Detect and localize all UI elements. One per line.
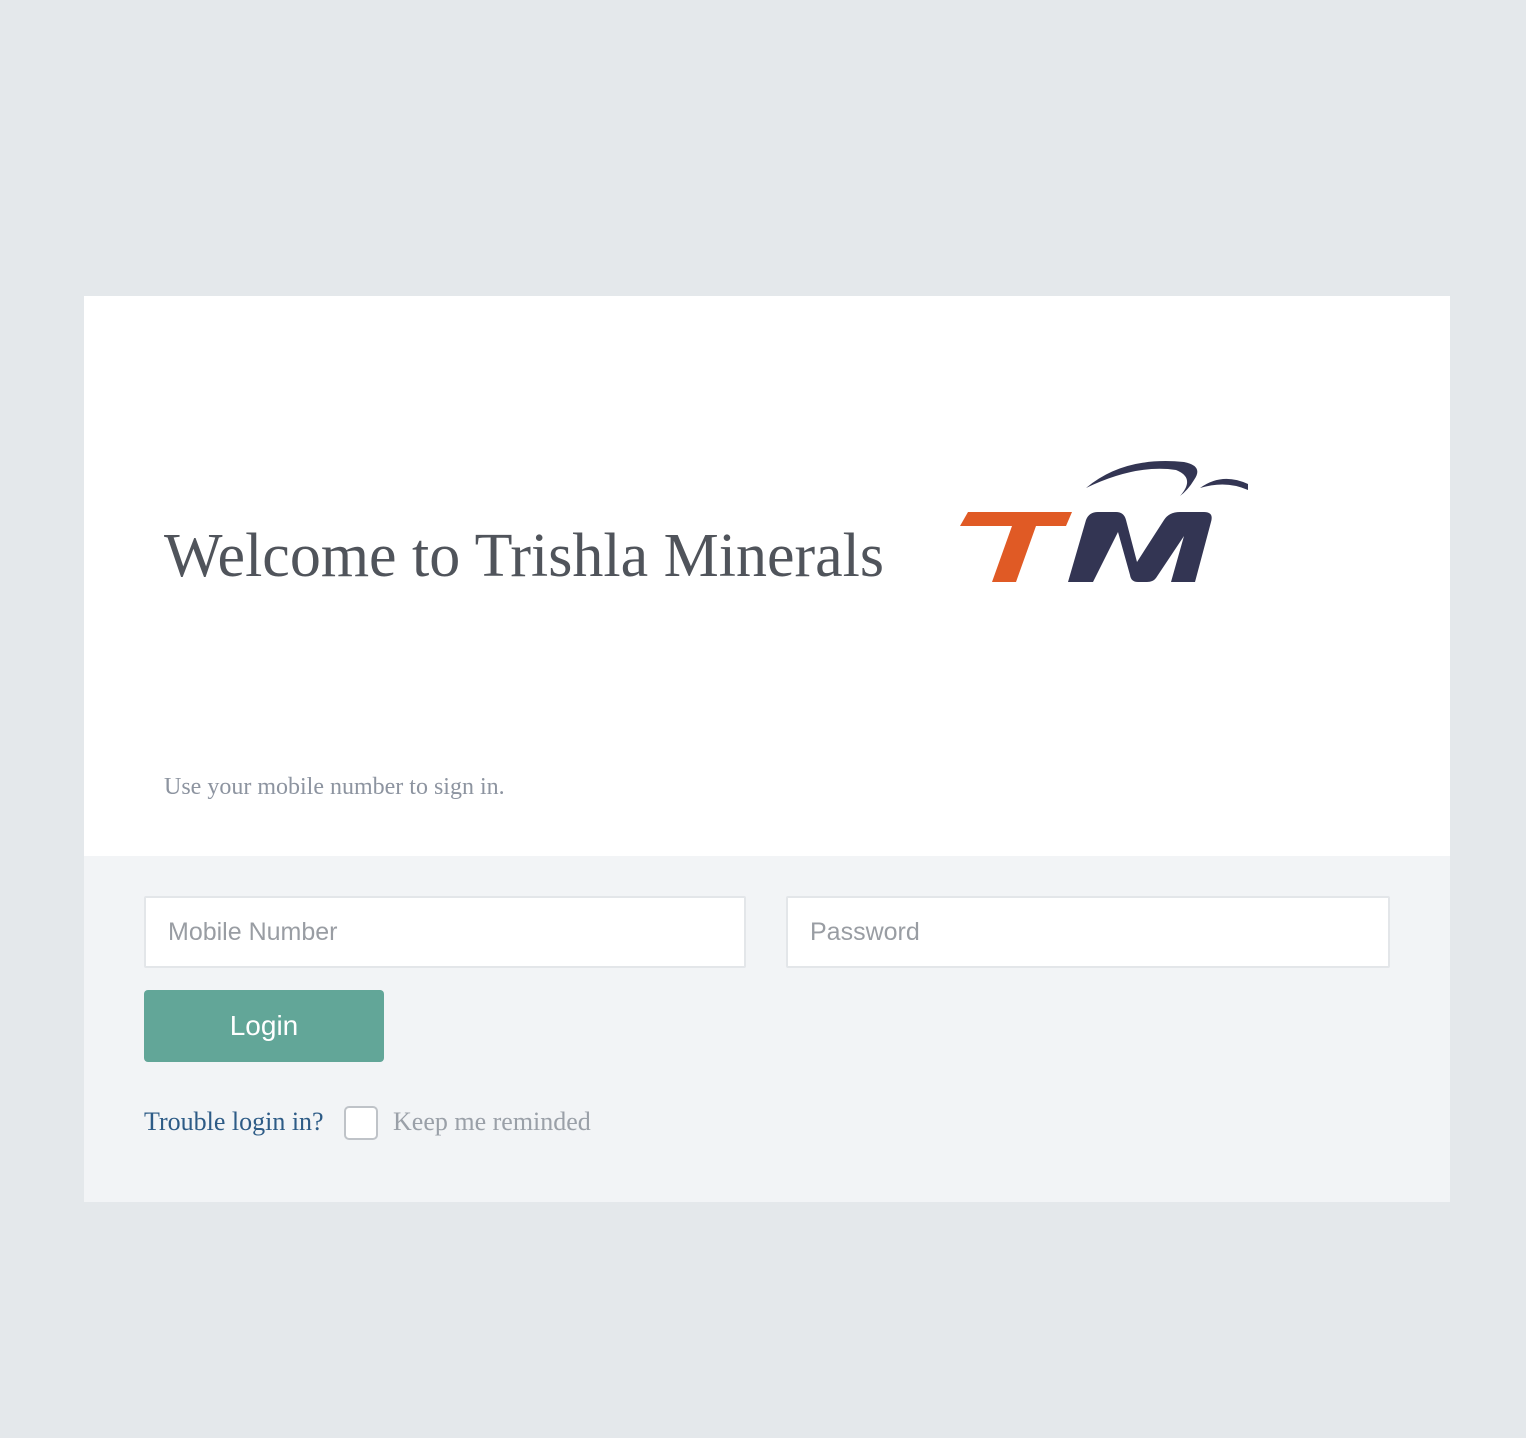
login-button[interactable]: Login: [144, 990, 384, 1062]
keep-me-reminded-checkbox[interactable]: [344, 1106, 378, 1140]
logo-letter-t: [960, 512, 1072, 582]
login-form: Login Trouble login in? Keep me reminded: [84, 856, 1450, 1202]
tm-logo: [960, 461, 1248, 582]
mobile-number-input[interactable]: [144, 896, 746, 968]
password-input[interactable]: [786, 896, 1390, 968]
logo-letter-m: [1068, 512, 1212, 582]
login-card-header: Welcome to Trishla Minerals Use your mob…: [84, 296, 1450, 856]
logo-swoosh-main: [1086, 461, 1198, 496]
page-title: Welcome to Trishla Minerals: [164, 522, 884, 590]
trouble-login-link[interactable]: Trouble login in?: [144, 1104, 324, 1140]
sign-in-instructions: Use your mobile number to sign in.: [164, 774, 505, 800]
keep-me-reminded-label: Keep me reminded: [393, 1107, 591, 1136]
logo-swoosh-small: [1200, 478, 1248, 490]
login-card: Welcome to Trishla Minerals Use your mob…: [84, 296, 1450, 1202]
